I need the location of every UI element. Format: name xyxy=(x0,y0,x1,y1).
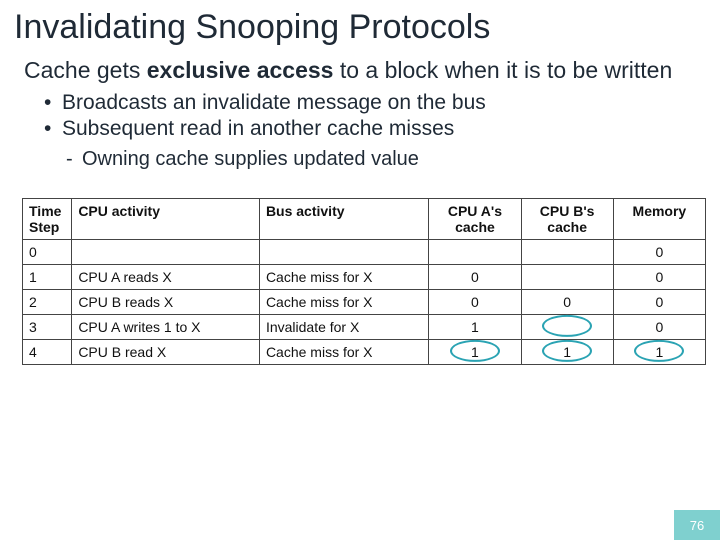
bullet-list-2: Owning cache supplies updated value xyxy=(14,147,706,172)
cell-memory: 0 xyxy=(613,265,705,290)
cell-step: 4 xyxy=(23,340,72,365)
cell-cpu-b: 1 xyxy=(521,340,613,365)
cell-bus-activity: Cache miss for X xyxy=(259,340,428,365)
bullet-text: Owning cache supplies updated value xyxy=(82,148,419,170)
cell-step: 2 xyxy=(23,290,72,315)
bullet-text: Subsequent read in another cache misses xyxy=(62,117,454,140)
table-row: 3 CPU A writes 1 to X Invalidate for X 1… xyxy=(23,315,706,340)
bullet-item: Subsequent read in another cache misses xyxy=(44,116,706,142)
cell-bus-activity: Cache miss for X xyxy=(259,290,428,315)
cell-cpu-a xyxy=(429,240,521,265)
cell-bus-activity: Cache miss for X xyxy=(259,265,428,290)
lead-pre: Cache gets xyxy=(24,57,147,83)
lead-post: to a block when it is to be written xyxy=(333,57,672,83)
th-cpu-a-cache: CPU A's cache xyxy=(429,199,521,240)
bullet-text: Broadcasts an invalidate message on the … xyxy=(62,91,486,114)
cell-cpu-b: 0 xyxy=(521,290,613,315)
cell-cpu-activity: CPU B reads X xyxy=(72,290,260,315)
cell-memory: 0 xyxy=(613,315,705,340)
cell-bus-activity: Invalidate for X xyxy=(259,315,428,340)
protocol-table: Time Step CPU activity Bus activity CPU … xyxy=(22,198,706,365)
cell-cpu-activity: CPU A writes 1 to X xyxy=(72,315,260,340)
th-cpu-b-cache: CPU B's cache xyxy=(521,199,613,240)
cell-cpu-activity xyxy=(72,240,260,265)
th-time-step: Time Step xyxy=(23,199,72,240)
bullet-list-1: Broadcasts an invalidate message on the … xyxy=(14,90,706,141)
cell-step: 0 xyxy=(23,240,72,265)
table-row: 0 0 xyxy=(23,240,706,265)
page-number: 76 xyxy=(674,510,720,540)
th-bus-activity: Bus activity xyxy=(259,199,428,240)
cell-cpu-a: 1 xyxy=(429,315,521,340)
cell-value: 1 xyxy=(563,344,571,360)
cell-value: 1 xyxy=(471,344,479,360)
cell-memory: 0 xyxy=(613,290,705,315)
cell-cpu-b xyxy=(521,265,613,290)
cell-memory: 1 xyxy=(613,340,705,365)
table-header-row: Time Step CPU activity Bus activity CPU … xyxy=(23,199,706,240)
cell-cpu-b xyxy=(521,240,613,265)
cell-bus-activity xyxy=(259,240,428,265)
slide: Invalidating Snooping Protocols Cache ge… xyxy=(0,0,720,540)
slide-title: Invalidating Snooping Protocols xyxy=(14,8,706,47)
lead-em: exclusive access xyxy=(147,57,334,83)
table-row: 4 CPU B read X Cache miss for X 1 1 1 xyxy=(23,340,706,365)
th-memory: Memory xyxy=(613,199,705,240)
cell-cpu-activity: CPU A reads X xyxy=(72,265,260,290)
sub-bullet-item: Owning cache supplies updated value xyxy=(66,147,706,172)
cell-cpu-activity: CPU B read X xyxy=(72,340,260,365)
cell-memory: 0 xyxy=(613,240,705,265)
cell-value: 1 xyxy=(655,344,663,360)
th-cpu-activity: CPU activity xyxy=(72,199,260,240)
bullet-item: Broadcasts an invalidate message on the … xyxy=(44,90,706,116)
cell-step: 1 xyxy=(23,265,72,290)
table-row: 2 CPU B reads X Cache miss for X 0 0 0 xyxy=(23,290,706,315)
highlight-oval-icon xyxy=(542,315,592,337)
cell-cpu-a: 0 xyxy=(429,265,521,290)
cell-cpu-b xyxy=(521,315,613,340)
table-row: 1 CPU A reads X Cache miss for X 0 0 xyxy=(23,265,706,290)
cell-step: 3 xyxy=(23,315,72,340)
lead-text: Cache gets exclusive access to a block w… xyxy=(24,57,696,84)
cell-cpu-a: 1 xyxy=(429,340,521,365)
cell-cpu-a: 0 xyxy=(429,290,521,315)
